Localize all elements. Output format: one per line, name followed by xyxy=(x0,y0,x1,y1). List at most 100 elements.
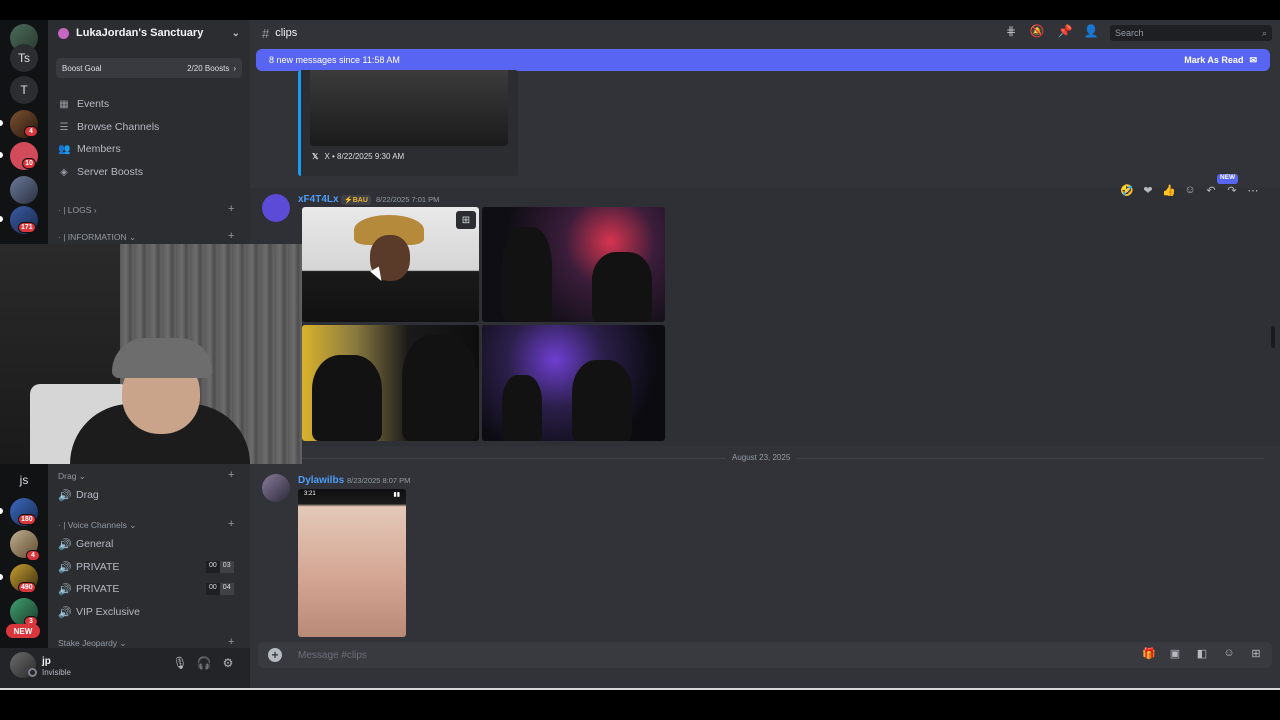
thumbs-up-emoji-icon[interactable]: 👍 xyxy=(1160,184,1178,197)
add-channel-icon[interactable]: + xyxy=(228,230,234,242)
x-logo-icon: 𝕏 xyxy=(312,152,319,161)
new-messages-banner[interactable]: 8 new messages since 11:58 AM Mark As Re… xyxy=(256,49,1270,71)
boost-goal-bar[interactable]: Boost Goal 2/20 Boosts › xyxy=(56,58,242,78)
image-detail xyxy=(312,355,382,441)
boost-goal-label: Boost Goal xyxy=(62,63,102,73)
channel-label: PRIVATE xyxy=(76,583,120,595)
username[interactable]: jp xyxy=(42,656,51,667)
mention-badge: 180 xyxy=(18,514,36,525)
emoji-icon[interactable]: ☺ xyxy=(1221,647,1237,663)
channel-private-1[interactable]: 🔊 PRIVATE xyxy=(58,557,119,577)
voice-user-count: 00 04 xyxy=(206,583,234,595)
attachment-image[interactable] xyxy=(302,325,479,441)
microphone-icon[interactable]: 🎙 xyxy=(172,656,188,672)
nav-server-boosts[interactable]: ◈ Server Boosts xyxy=(58,162,143,182)
member-list-icon[interactable]: 👤 xyxy=(1082,24,1100,42)
notifications-muted-icon[interactable]: 🔕 xyxy=(1028,24,1046,42)
new-unreads-badge[interactable]: NEW xyxy=(6,624,40,638)
nav-label: Browse Channels xyxy=(77,121,160,133)
add-channel-icon[interactable]: + xyxy=(228,518,234,530)
nav-browse-channels[interactable]: ☰ Browse Channels xyxy=(58,117,160,137)
embed-image[interactable] xyxy=(310,70,508,146)
chevron-down-icon: ⌄ xyxy=(231,27,240,39)
threads-icon[interactable]: ⋕ xyxy=(1002,24,1020,42)
message-author[interactable]: xF4T4Lx xyxy=(298,194,339,205)
count-current: 00 xyxy=(206,561,220,573)
server-icon-3[interactable] xyxy=(10,176,38,204)
server-header[interactable]: LukaJordan's Sanctuary ⌄ xyxy=(48,20,250,46)
chevron-right-icon: › xyxy=(233,63,236,73)
user-panel: jp Invisible 🎙 🎧 ⚙ xyxy=(0,648,250,688)
add-channel-icon[interactable]: + xyxy=(228,469,234,481)
count-limit: 03 xyxy=(219,561,234,573)
server-icon-t[interactable]: T xyxy=(10,76,38,104)
signal-icon: ▮▮ xyxy=(393,492,400,498)
date-divider-label: August 23, 2025 xyxy=(726,453,797,462)
scrollbar-thumb[interactable] xyxy=(1271,326,1275,348)
speaker-icon: 🔊 xyxy=(58,489,72,502)
add-attachment-icon[interactable]: + xyxy=(268,648,282,662)
category-logs[interactable]: · | LOGS › xyxy=(58,205,97,215)
mark-read-icon: ✉ xyxy=(1249,54,1257,65)
add-channel-icon[interactable]: + xyxy=(228,636,234,648)
calendar-icon: ▦ xyxy=(59,98,69,110)
sticker-icon[interactable]: ◧ xyxy=(1194,647,1210,663)
category-drag[interactable]: Drag ⌄ xyxy=(58,471,86,482)
category-voice-channels[interactable]: · | Voice Channels ⌄ xyxy=(58,520,136,531)
channel-drag[interactable]: 🔊 Drag xyxy=(58,485,99,505)
attachment-image[interactable] xyxy=(482,325,665,441)
avatar[interactable] xyxy=(262,194,290,222)
message-timestamp: 8/22/2025 7:01 PM xyxy=(376,195,440,204)
headphones-icon[interactable]: 🎧 xyxy=(196,656,212,672)
channel-label: VIP Exclusive xyxy=(76,606,140,618)
reply-icon[interactable]: ↶ xyxy=(1202,184,1220,197)
heart-emoji-icon[interactable]: ❤ xyxy=(1139,184,1157,197)
attachment-image[interactable] xyxy=(482,207,665,322)
more-options-icon[interactable]: ⋯ xyxy=(1244,184,1262,197)
gear-icon[interactable]: ⚙ xyxy=(220,656,236,672)
members-icon: 👥 xyxy=(58,143,71,155)
category-information[interactable]: · | INFORMATION ⌄ xyxy=(58,232,136,243)
apps-icon[interactable]: ⊞ xyxy=(1248,647,1264,663)
server-badge-icon xyxy=(58,27,69,39)
list-icon: ☰ xyxy=(59,121,69,133)
avatar[interactable] xyxy=(262,474,290,502)
add-channel-icon[interactable]: + xyxy=(228,203,234,215)
new-messages-text: 8 new messages since 11:58 AM xyxy=(269,55,400,65)
speaker-icon: 🔊 xyxy=(58,561,72,574)
nav-members[interactable]: 👥 Members xyxy=(58,139,121,159)
attachment-image[interactable] xyxy=(298,489,406,637)
apps-icon[interactable]: ⊞ xyxy=(456,211,476,229)
message-author[interactable]: Dylawilbs xyxy=(298,475,344,486)
gif-icon[interactable]: ▣ xyxy=(1167,647,1183,663)
boost-icon: ◈ xyxy=(60,166,68,178)
image-detail xyxy=(502,375,542,441)
server-icon-js[interactable]: js xyxy=(10,466,38,494)
message-composer[interactable]: + Message #clips xyxy=(258,642,1272,668)
voice-user-count: 00 03 xyxy=(206,561,234,573)
mark-as-read-button[interactable]: Mark As Read ✉ xyxy=(1184,55,1257,66)
nav-label: Server Boosts xyxy=(77,166,143,178)
embed-footer: 𝕏 X • 8/22/2025 9:30 AM xyxy=(312,152,404,161)
channel-private-2[interactable]: 🔊 PRIVATE xyxy=(58,579,119,599)
forward-icon[interactable]: ↷ xyxy=(1223,184,1241,197)
pinned-icon[interactable]: 📌 xyxy=(1056,24,1074,42)
message-action-bar: 🤣 ❤ 👍 ☺ ↶ ↷ ⋯ xyxy=(1118,180,1262,200)
add-reaction-icon[interactable]: ☺ xyxy=(1181,184,1199,196)
server-icon-ts[interactable]: Ts xyxy=(10,44,38,72)
attachment-image[interactable] xyxy=(302,207,479,322)
unread-pill xyxy=(0,574,3,580)
search-input[interactable]: Search ⌕ xyxy=(1110,25,1272,41)
laughing-emoji-icon[interactable]: 🤣 xyxy=(1118,184,1136,197)
channel-general[interactable]: 🔊 General xyxy=(58,534,113,554)
channel-label: PRIVATE xyxy=(76,561,120,573)
nav-label: Events xyxy=(77,98,110,110)
image-detail xyxy=(402,335,477,441)
message-timestamp: 8/23/2025 8:07 PM xyxy=(347,476,411,485)
guild-tag-badge[interactable]: ⚡BAU xyxy=(341,195,371,205)
gift-icon[interactable]: 🎁 xyxy=(1141,647,1157,663)
search-icon: ⌕ xyxy=(1261,27,1267,38)
channel-vip-exclusive[interactable]: 🔊 VIP Exclusive xyxy=(58,602,140,622)
mention-badge: 490 xyxy=(18,582,36,593)
nav-events[interactable]: ▦ Events xyxy=(58,94,109,114)
